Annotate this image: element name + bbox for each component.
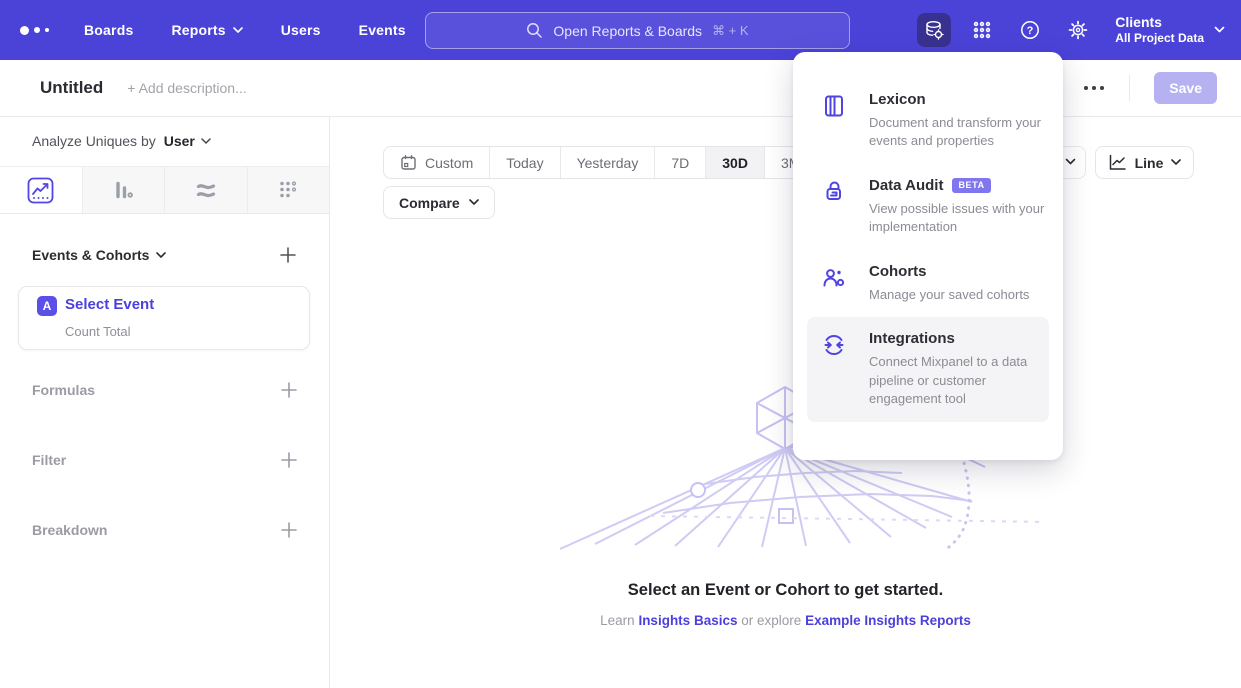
menu-item-lexicon[interactable]: Lexicon Document and transform your even…: [807, 78, 1049, 164]
nav-boards[interactable]: Boards: [84, 22, 133, 38]
cohorts-people-icon: [821, 263, 847, 304]
menu-item-data-audit[interactable]: Data Audit BETA View possible issues wit…: [807, 164, 1049, 250]
analyze-uniques-selector[interactable]: Analyze Uniques by User: [32, 133, 211, 149]
project-name: All Project Data: [1115, 31, 1204, 46]
save-button[interactable]: Save: [1154, 72, 1217, 104]
query-sidebar: Analyze Uniques by User Events & Cohorts…: [0, 117, 330, 688]
chevron-down-icon: [1214, 26, 1225, 34]
example-insights-reports-link[interactable]: Example Insights Reports: [805, 613, 971, 628]
report-title[interactable]: Untitled: [40, 78, 103, 98]
report-canvas: Custom Today Yesterday 7D 30D 3M 6M Comp…: [330, 117, 1241, 688]
formulas-section: Formulas: [0, 377, 330, 407]
search-placeholder: Open Reports & Boards: [553, 23, 702, 39]
date-range-yesterday[interactable]: Yesterday: [560, 147, 655, 178]
chart-type-tabs: [0, 166, 329, 214]
date-range-today[interactable]: Today: [489, 147, 559, 178]
count-total-label[interactable]: Count Total: [65, 324, 131, 339]
integrations-sync-icon: [821, 330, 847, 408]
breakdown-label: Breakdown: [32, 522, 107, 538]
nav-events[interactable]: Events: [359, 22, 406, 38]
formulas-label: Formulas: [32, 382, 95, 398]
chevron-down-icon: [1171, 159, 1181, 166]
select-event-card[interactable]: A Select Event Count Total: [18, 286, 310, 350]
lexicon-book-icon: [821, 91, 847, 151]
data-management-dropdown: Lexicon Document and transform your even…: [793, 52, 1063, 460]
chevron-down-icon: [469, 199, 479, 206]
line-chart-icon: [1108, 154, 1127, 171]
select-event-label: Select Event: [65, 296, 154, 313]
event-letter-badge: A: [37, 296, 57, 316]
date-range-30d[interactable]: 30D: [705, 147, 764, 178]
add-formula-button[interactable]: [280, 381, 298, 399]
tab-bar-chart[interactable]: [82, 167, 165, 213]
filter-section: Filter: [0, 447, 330, 477]
search-shortcut: ⌘ + K: [712, 23, 749, 39]
empty-state-heading: Select an Event or Cohort to get started…: [330, 581, 1241, 600]
tab-retention[interactable]: [247, 167, 330, 213]
add-description-field[interactable]: + Add description...: [127, 80, 246, 96]
bar-chart-icon: [111, 178, 135, 202]
date-range-custom[interactable]: Custom: [384, 147, 489, 178]
flows-icon: [194, 178, 218, 202]
filter-label: Filter: [32, 452, 66, 468]
nav-users[interactable]: Users: [281, 22, 321, 38]
chart-type-selector[interactable]: Line: [1095, 146, 1194, 179]
beta-badge: BETA: [952, 178, 990, 193]
analyze-prefix-label: Analyze Uniques by: [32, 133, 156, 149]
header-divider: [1129, 75, 1130, 101]
calendar-icon: [400, 154, 417, 171]
insights-basics-link[interactable]: Insights Basics: [638, 613, 737, 628]
analyze-value: User: [164, 133, 195, 149]
tab-insights-line[interactable]: [0, 167, 82, 213]
chevron-down-icon: [233, 27, 243, 34]
chevron-down-icon: [201, 138, 211, 145]
retention-dots-icon: [276, 178, 300, 202]
chevron-down-icon: [156, 252, 166, 259]
apps-grid-icon[interactable]: [965, 13, 999, 47]
add-breakdown-button[interactable]: [280, 521, 298, 539]
search-input[interactable]: Open Reports & Boards ⌘ + K: [425, 12, 850, 49]
insights-line-chart-icon: [27, 177, 54, 204]
svg-text:?: ?: [1027, 25, 1034, 37]
chevron-down-icon: [1065, 158, 1076, 166]
date-range-7d[interactable]: 7D: [654, 147, 705, 178]
project-switcher[interactable]: Clients All Project Data: [1115, 14, 1225, 47]
help-icon[interactable]: ?: [1013, 13, 1047, 47]
breakdown-section: Breakdown: [0, 517, 330, 547]
mixpanel-dots-logo[interactable]: [20, 26, 66, 35]
org-name: Clients: [1115, 14, 1204, 32]
nav-reports[interactable]: Reports: [171, 22, 242, 38]
data-audit-icon: [821, 177, 847, 237]
menu-item-cohorts[interactable]: Cohorts Manage your saved cohorts: [807, 250, 1049, 317]
menu-item-integrations[interactable]: Integrations Connect Mixpanel to a data …: [807, 317, 1049, 421]
events-cohorts-header[interactable]: Events & Cohorts: [32, 247, 166, 263]
settings-gear-icon[interactable]: [1061, 13, 1095, 47]
tab-flows[interactable]: [164, 167, 247, 213]
add-event-button[interactable]: [279, 246, 297, 264]
search-icon: [526, 22, 543, 39]
add-filter-button[interactable]: [280, 451, 298, 469]
data-management-icon[interactable]: [917, 13, 951, 47]
more-dots-icon[interactable]: [1083, 85, 1105, 91]
empty-state-links: Learn Insights Basics or explore Example…: [330, 613, 1241, 628]
compare-button[interactable]: Compare: [383, 186, 495, 219]
top-nav: Boards Reports Users Events Open Reports…: [0, 0, 1241, 60]
